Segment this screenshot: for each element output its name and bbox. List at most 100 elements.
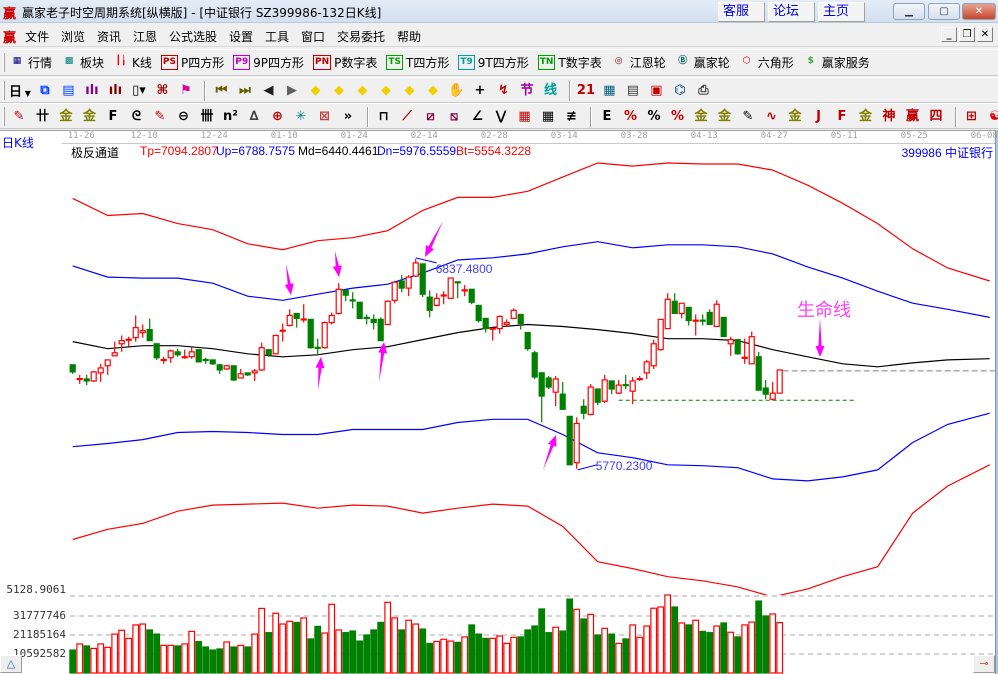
mdi-minimize-button[interactable]: _ [941, 27, 957, 42]
customer-service-button[interactable]: 客服 [718, 2, 765, 22]
box-icon[interactable]: ⊓ [374, 107, 394, 127]
expand-v-icon[interactable]: ◆ [423, 81, 443, 101]
gold-angle-icon[interactable]: 金 [856, 107, 876, 127]
pen-lines-icon[interactable]: ✎ [738, 107, 758, 127]
j-angle-icon[interactable]: J [809, 107, 829, 127]
fan-box-icon[interactable]: ⧄ [421, 107, 441, 127]
crosshair-icon[interactable]: + [470, 81, 490, 101]
toolbar-button-ps[interactable]: PS P四方形 [160, 54, 224, 71]
pen-icon[interactable]: ✎ [9, 107, 29, 127]
gold-bar-icon[interactable]: 金 [785, 107, 805, 127]
series-icon[interactable]: 线 [540, 81, 560, 101]
yinyang-icon[interactable]: ☯ [985, 107, 998, 127]
line-tool-icon[interactable]: ↯ [493, 81, 513, 101]
panel-settings-button[interactable]: ⊸ [973, 655, 995, 673]
circle-ruler-icon[interactable]: ⊖ [174, 107, 194, 127]
grid-1-icon[interactable]: ▦ [515, 107, 535, 127]
minimize-button[interactable]: ▁ [893, 3, 925, 20]
gold-ruler-2-icon[interactable]: 金 [80, 107, 100, 127]
festival-icon[interactable]: 节 [517, 81, 537, 101]
mdi-restore-button[interactable]: ❐ [959, 27, 975, 42]
f-angle-icon[interactable]: F [832, 107, 852, 127]
toolbar-button-pn[interactable]: PN P数字表 [312, 54, 377, 71]
toolbar-button-dollar[interactable]: $ 赢家服务 [803, 54, 870, 71]
menu-formula-screening[interactable]: 公式选股 [169, 28, 217, 45]
shen-angle-icon[interactable]: 神 [879, 107, 899, 127]
percent-lines-icon[interactable]: % [668, 107, 688, 127]
menu-help[interactable]: 帮助 [397, 28, 421, 45]
wave-3-icon[interactable]: ılı [82, 81, 102, 101]
maximize-button[interactable]: ▢ [928, 3, 960, 20]
slash-lines-icon[interactable]: ≢ [562, 107, 582, 127]
toolbar-button-winner-wheel[interactable]: Ⓑ 赢家轮 [675, 54, 730, 71]
expand-panel-button[interactable]: △ [0, 655, 22, 673]
toolbar-button-candlestick[interactable]: ┃╽ K线 [113, 54, 152, 71]
gold-ruler-1-icon[interactable]: 金 [56, 107, 76, 127]
toolbar-button-t9[interactable]: T9 9T四方形 [458, 54, 529, 71]
pen-ruler-icon[interactable]: ✎ [150, 107, 170, 127]
period-select[interactable]: 日 ▼ [9, 81, 31, 100]
next-icon[interactable]: ▶ [282, 81, 302, 101]
shrink-h-icon[interactable]: ◆ [376, 81, 396, 101]
parallel-lines-icon[interactable]: 卄 [33, 107, 53, 127]
toolbar-button-tn[interactable]: TN T数字表 [537, 54, 602, 71]
n-squared-icon[interactable]: n² [221, 107, 241, 127]
candle-type-icon[interactable]: ▯▾ [129, 81, 149, 101]
menu-file[interactable]: 文件 [25, 28, 49, 45]
wave-9-icon[interactable]: ılı [105, 81, 125, 101]
zigzag-icon[interactable]: ⋁ [491, 107, 511, 127]
homepage-button[interactable]: 主页 [818, 2, 865, 22]
toolbar-grip[interactable] [3, 107, 5, 126]
last-icon[interactable]: ⏭ [235, 81, 255, 101]
expand-all-icon[interactable]: ◆ [399, 81, 419, 101]
sine-icon[interactable]: ∿ [762, 107, 782, 127]
gold-lines-icon[interactable]: 金 [715, 107, 735, 127]
save-icon[interactable]: ▣ [646, 81, 666, 101]
percent-icon[interactable]: % [644, 107, 664, 127]
ying-angle-icon[interactable]: 赢 [903, 107, 923, 127]
angle-icon[interactable]: ∆ [244, 107, 264, 127]
hand-icon[interactable]: ✋ [446, 81, 466, 101]
calendar-icon[interactable]: 21 [576, 81, 596, 101]
toolbar-button-gann-wheel[interactable]: ◎ 江恩轮 [611, 54, 666, 71]
notepad-icon[interactable]: ▤ [623, 81, 643, 101]
first-icon[interactable]: ⏮ [211, 81, 231, 101]
ruler-scale-icon[interactable]: E [597, 107, 617, 127]
toolbar-button-ts[interactable]: TS T四方形 [386, 54, 449, 71]
toolbar-button-sector-grid[interactable]: ▩ 板块 [61, 54, 104, 71]
right-diamond-icon[interactable]: ◆ [329, 81, 349, 101]
square-web-icon[interactable]: ⊠ [315, 107, 335, 127]
menu-tools[interactable]: 工具 [265, 28, 289, 45]
gold-coin-icon[interactable]: 金 [691, 107, 711, 127]
grid-2-icon[interactable]: ▦ [538, 107, 558, 127]
prev-icon[interactable]: ◀ [258, 81, 278, 101]
mdi-close-button[interactable]: ✕ [977, 27, 993, 42]
forum-button[interactable]: 论坛 [768, 2, 815, 22]
gann-box-icon[interactable]: ⧅ [444, 107, 464, 127]
menu-trading[interactable]: 交易委托 [337, 28, 385, 45]
target-icon[interactable]: ⊕ [268, 107, 288, 127]
flag-icon[interactable]: ⚑ [176, 81, 196, 101]
fan-icon[interactable]: ⟋ [397, 107, 417, 127]
menu-news[interactable]: 资讯 [97, 28, 121, 45]
spiral-icon[interactable]: ᘓ [127, 107, 147, 127]
menu-browse[interactable]: 浏览 [61, 28, 85, 45]
angle-fan-icon[interactable]: ∠ [468, 107, 488, 127]
percent-red-icon[interactable]: % [621, 107, 641, 127]
chart-link-icon[interactable]: ⧉ [35, 81, 55, 101]
menu-logo-icon[interactable]: 赢 [3, 27, 16, 46]
menu-window[interactable]: 窗口 [301, 28, 325, 45]
hash-lines-icon[interactable]: 卌 [197, 107, 217, 127]
star-web-icon[interactable]: ✳ [291, 107, 311, 127]
network-icon[interactable]: ⌬ [670, 81, 690, 101]
chart-area[interactable] [0, 130, 995, 674]
expand-h-icon[interactable]: ◆ [352, 81, 372, 101]
toolbar-grip[interactable] [3, 81, 5, 100]
notes-icon[interactable]: ▤ [58, 81, 78, 101]
grid-cross-icon[interactable]: ⊞ [962, 107, 982, 127]
toolbar-button-quotes-table[interactable]: ▦ 行情 [9, 54, 52, 71]
calculator-icon[interactable]: ▦ [599, 81, 619, 101]
left-diamond-icon[interactable]: ◆ [305, 81, 325, 101]
print-icon[interactable]: ⎙ [693, 81, 713, 101]
toolbar-grip[interactable] [3, 53, 5, 72]
